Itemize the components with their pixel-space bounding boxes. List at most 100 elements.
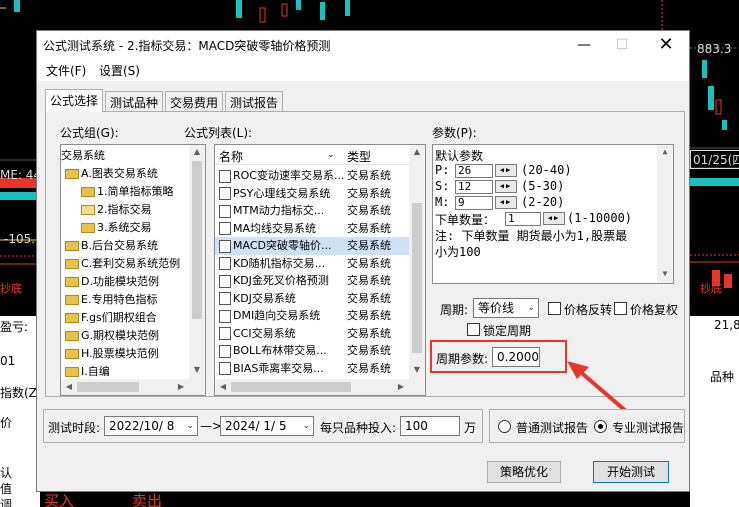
formula-row[interactable]: DMI趋向交易系统 交易系统 [215,307,409,325]
tree-item[interactable]: E.专用特色指标 [65,291,157,309]
formula-group-tree[interactable]: 交易系统 A.图表交易系统 1.简单指标策略 2.指标交易 3.系统交易 B.后… [60,144,206,396]
param-m-input[interactable]: 9 [455,196,493,210]
sell-label[interactable]: 卖出 [132,490,162,507]
start-test-button[interactable]: 开始测试 [593,461,669,483]
scroll-thumb[interactable] [412,203,422,353]
param-m-spinner[interactable]: ◀▶ [495,196,517,209]
param-s-spinner[interactable]: ◀▶ [495,180,517,193]
group-hscrollbar[interactable]: ◀ ▶ [61,379,205,395]
formula-row[interactable]: MA均线交易系统 交易系统 [215,220,409,238]
formula-name: MA均线交易系统 [233,221,317,235]
normal-report-label: 普通测试报告 [516,421,589,435]
invest-unit: 万 [464,421,477,435]
param-name-p: P: [435,163,450,177]
group-vscrollbar[interactable]: ▲ ▼ [189,145,205,379]
tree-item[interactable]: B.后台交易系统 [65,237,158,255]
invest-input[interactable]: 100 [400,416,460,436]
order-qty-input[interactable]: 1 [505,212,541,226]
document-icon [219,187,231,200]
formula-row[interactable]: KD随机指标交易... 交易系统 [215,255,409,273]
period-select[interactable]: 等价线 ⌄ [473,298,539,318]
tree-item[interactable]: 交易系统 [61,147,105,165]
tab-trade-fees[interactable]: 交易费用 [165,91,224,111]
tree-item[interactable]: 3.系统交易 [81,219,152,237]
tab-test-report[interactable]: 测试报告 [225,91,284,111]
scroll-thumb[interactable] [192,161,202,319]
tree-item[interactable]: D.功能模块范例 [65,273,159,291]
buy-label[interactable]: 买入 [44,490,74,507]
formula-row[interactable]: BIAS乖离率交易... 交易系统 [215,360,409,378]
document-icon [219,344,231,358]
formula-row[interactable]: MTM动力指标交... 交易系统 [215,202,409,220]
start-date-picker[interactable]: 2022/10/ 8 ⌄ [104,416,198,436]
annotation-arrow-icon [567,361,629,414]
param-s-input[interactable]: 12 [455,180,493,194]
tree-item[interactable]: F.gs们期权组合 [65,309,157,327]
tree-item[interactable]: A.图表交易系统 [65,165,158,183]
folder-icon [65,277,79,287]
price-restore-checkbox[interactable] [614,302,627,315]
formula-name: KDJ金死叉价格预测 [233,274,329,287]
left-label-1: 盈亏: [0,320,29,334]
end-date-picker[interactable]: 2024/ 1/ 5 ⌄ [220,416,314,436]
folder-icon [81,187,95,197]
maximize-button[interactable]: ☐ [607,34,637,56]
folder-icon [65,259,79,269]
lock-period-checkbox[interactable] [467,323,480,336]
minimize-button[interactable]: — [569,34,599,56]
left-label-4: 价 [0,416,13,430]
tree-item[interactable]: H.股票模块范例 [65,345,159,363]
tree-item-selected[interactable]: 2.指标交易 [81,201,152,219]
tree-item[interactable]: G.期权模块范例 [65,327,159,345]
formula-name: KDJ交易系统 [233,291,296,305]
lock-period-label: 锁定周期 [483,324,532,338]
document-icon [219,327,231,340]
column-type[interactable]: 类型 [347,148,371,165]
tree-item[interactable]: C.套利交易系统范例 [65,255,180,273]
param-p-spinner[interactable]: ◀▶ [495,164,517,177]
pro-report-radio[interactable] [594,420,607,433]
formula-vscrollbar[interactable]: ▲ ▼ [409,145,425,379]
order-qty-spinner[interactable]: ◀▶ [543,212,565,225]
tree-item[interactable]: 1.简单指标策略 [81,183,174,201]
scroll-thumb[interactable] [77,382,139,392]
formula-type: 交易系统 [347,309,391,322]
formula-type: 交易系统 [347,274,391,287]
scroll-thumb[interactable] [231,382,351,392]
formula-row[interactable]: ROC变动速率交易系... 交易系统 [215,167,409,185]
document-icon [219,169,231,183]
formula-row[interactable]: BOLL布林带交易... 交易系统 [215,342,409,360]
formula-row[interactable]: KDJ交易系统 交易系统 [215,290,409,308]
document-icon [219,257,231,270]
menu-settings[interactable]: 设置(S) [99,62,140,79]
param-p-range: (20-40) [521,163,572,177]
close-button[interactable]: ✕ [651,34,681,56]
red-label-right: 抄底 [700,282,722,295]
formula-row[interactable]: PSY心理线交易系统 交易系统 [215,185,409,203]
formula-row[interactable]: CCI交易系统 交易系统 [215,325,409,343]
tab-test-instrument[interactable]: 测试品种 [105,91,164,111]
optimize-button[interactable]: 策略优化 [487,461,561,483]
formula-row[interactable]: KDJ金死叉价格预测 交易系统 [215,272,409,290]
column-name[interactable]: 名称 [219,148,243,165]
param-p-input[interactable]: 26 [455,164,493,178]
test-period-label: 测试时段: [48,421,101,435]
formula-hscrollbar[interactable]: ◀ ▶ [215,379,425,395]
folder-icon [65,169,79,179]
formula-type: 交易系统 [347,291,391,305]
document-icon [219,292,231,305]
price-reverse-checkbox[interactable] [548,302,561,315]
folder-icon [65,349,79,359]
folder-icon [65,367,79,377]
formula-list[interactable]: 名称 ⌄ 类型 ROC变动速率交易系... 交易系统 PSY心理线交易系统 交易系统 M… [214,144,426,396]
menu-file[interactable]: 文件(F) [46,62,86,79]
param-s-range: (5-30) [521,179,565,193]
tab-formula-select[interactable]: 公式选择 [45,89,104,112]
formula-type: 交易系统 [347,326,391,340]
params-vscrollbar[interactable]: ▲ ▼ [657,145,673,283]
formula-type: 交易系统 [347,186,391,200]
chevron-down-icon: ⌄ [302,421,310,431]
folder-icon [65,295,79,305]
normal-report-radio[interactable] [498,420,511,433]
formula-row-selected[interactable]: MACD突破零轴价... 交易系统 [215,237,409,255]
